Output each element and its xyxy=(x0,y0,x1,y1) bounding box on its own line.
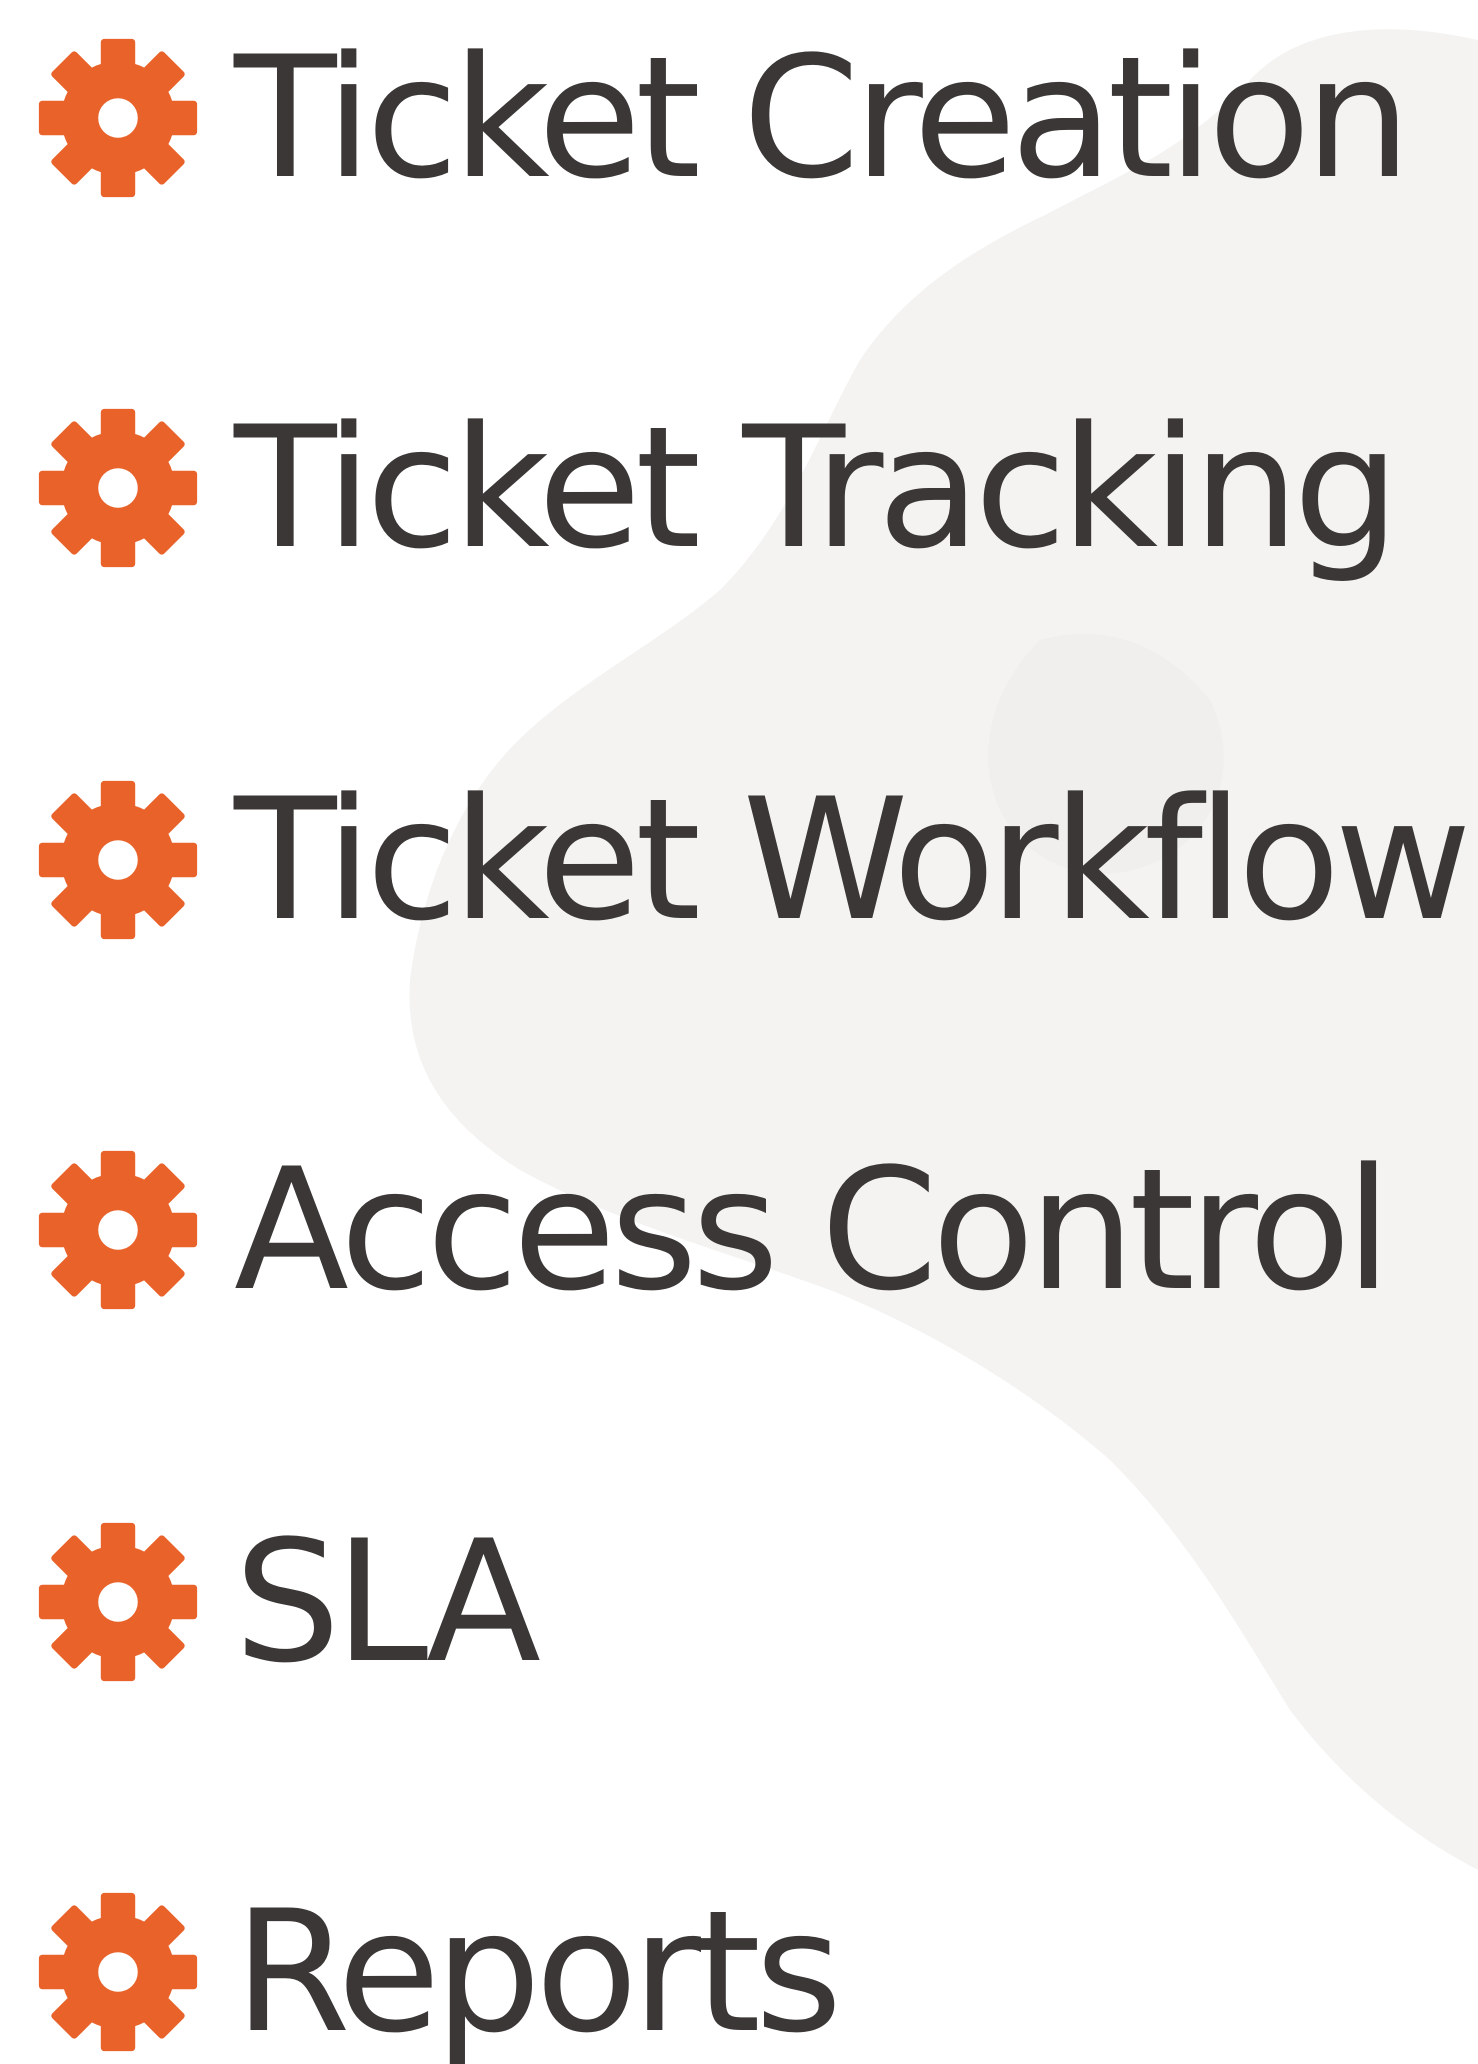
feature-item-ticket-tracking: Ticket Tracking xyxy=(32,388,1400,588)
gear-icon xyxy=(38,780,198,940)
feature-item-ticket-workflow: Ticket Workflow xyxy=(32,760,1472,960)
feature-label-access-control: Access Control xyxy=(234,1132,1392,1328)
feature-label-ticket-tracking: Ticket Tracking xyxy=(234,390,1400,586)
gear-icon xyxy=(38,1150,198,1310)
feature-label-sla: SLA xyxy=(234,1504,541,1700)
feature-label-reports: Reports xyxy=(234,1874,842,2064)
gear-icon xyxy=(38,1892,198,2052)
gear-icon xyxy=(38,408,198,568)
gear-icon xyxy=(38,38,198,198)
feature-item-access-control: Access Control xyxy=(32,1130,1392,1330)
feature-label-ticket-workflow: Ticket Workflow xyxy=(234,762,1472,958)
feature-list-panel: Ticket Creation Ticket Tracking Ticket W… xyxy=(0,0,1478,2064)
feature-item-ticket-creation: Ticket Creation xyxy=(32,18,1411,218)
feature-item-sla: SLA xyxy=(32,1502,541,1702)
gear-icon xyxy=(38,1522,198,1682)
feature-label-ticket-creation: Ticket Creation xyxy=(234,20,1411,216)
world-map-background xyxy=(409,29,1478,1871)
feature-item-reports: Reports xyxy=(32,1872,842,2064)
